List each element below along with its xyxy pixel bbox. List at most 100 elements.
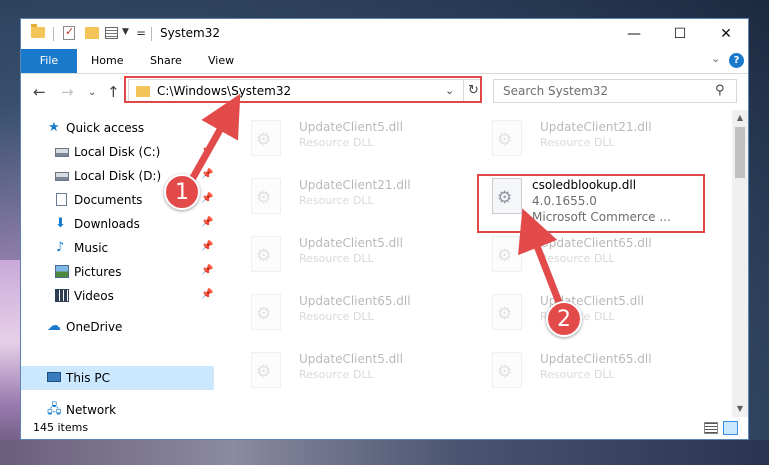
scroll-up-arrow-icon[interactable]: ▲ [732,110,748,126]
new-folder-icon[interactable] [85,27,99,39]
dll-file-icon [251,352,281,388]
sidebar-item-local-disk-c[interactable]: Local Disk (C:) 📌 [21,140,214,164]
pin-icon[interactable]: 📌 [201,217,213,228]
address-dropdown-chevron-icon[interactable]: ⌄ [445,84,454,97]
sidebar-item-pictures[interactable]: Pictures 📌 [21,260,214,284]
sidebar-item-onedrive[interactable]: ☁ OneDrive [21,315,214,339]
sidebar-item-label: Local Disk (C:) [74,145,161,159]
file-name: UpdateClient21.dll [540,120,652,134]
dll-file-icon [251,236,281,272]
file-name: csoledblookup.dll [532,178,637,192]
vertical-scrollbar[interactable]: ▲ ▼ [732,110,748,417]
quick-access-menu-icon[interactable]: = [136,26,146,40]
up-arrow-icon[interactable]: ↑ [107,83,120,101]
properties-check-icon[interactable] [63,25,75,40]
file-explorer-window: ▼ = System32 — ☐ ✕ File Home Share View … [20,18,749,440]
cloud-icon: ☁ [47,318,61,334]
toolbar-separator [151,27,152,41]
videos-icon [55,289,69,302]
sidebar-item-this-pc[interactable]: This PC [21,366,214,390]
quick-access-toolbar-dropdown-icon[interactable]: ▼ [122,27,129,37]
pin-icon[interactable]: 📌 [201,145,213,156]
file-version: 4.0.1655.0 [532,194,597,208]
scrollbar-thumb[interactable] [735,127,745,178]
sidebar-item-downloads[interactable]: ⬇ Downloads 📌 [21,212,214,236]
file-name: UpdateClient65.dll [540,236,652,250]
dll-file-icon [492,236,522,272]
status-bar: 145 items [21,417,748,439]
star-icon: ★ [48,120,60,135]
tiles-view-icon[interactable] [723,421,738,435]
tab-home[interactable]: Home [91,49,123,73]
recent-locations-chevron-icon[interactable]: ⌄ [88,87,96,98]
help-icon[interactable]: ? [729,53,744,68]
file-description: Resource DLL [540,136,615,149]
file-item[interactable]: UpdateClient65.dll Resource DLL [484,346,714,396]
search-input[interactable]: Search System32 [503,84,608,98]
file-description: Resource DLL [540,252,615,265]
ribbon-tabs: File Home Share View ⌄ ? [21,49,748,74]
search-box[interactable]: Search System32 ⚲ [493,79,737,103]
sidebar-item-quick-access[interactable]: ★ Quick access [21,116,214,140]
address-path[interactable]: C:\Windows\System32 [157,84,291,98]
pin-icon[interactable]: 📌 [201,169,213,180]
refresh-icon[interactable]: ↻ [463,80,483,102]
sidebar-item-label: OneDrive [66,320,123,334]
minimize-button[interactable]: — [611,19,657,49]
step-2-badge: 2 [546,301,582,337]
desktop-background-bottom [0,440,769,465]
item-count: 145 items [33,421,89,434]
disk-icon [55,172,69,181]
folder-icon [31,24,45,38]
disk-icon [55,148,69,157]
sidebar-item-videos[interactable]: Videos 📌 [21,284,214,308]
file-description: Resource DLL [299,310,374,323]
forward-arrow-icon[interactable]: → [61,83,74,101]
sidebar-item-music[interactable]: ♪ Music 📌 [21,236,214,260]
file-company: Microsoft Commerce ... [532,210,671,224]
expand-ribbon-chevron-icon[interactable]: ⌄ [711,52,720,65]
file-name: UpdateClient65.dll [540,352,652,366]
window-title: System32 [160,26,221,40]
scroll-down-arrow-icon[interactable]: ▼ [732,401,748,417]
file-item[interactable]: UpdateClient65.dll Resource DLL [484,230,714,280]
file-item-csoledblookup[interactable]: csoledblookup.dll 4.0.1655.0 Microsoft C… [484,172,714,224]
pictures-icon [55,265,69,278]
properties-icon[interactable] [105,27,118,39]
file-item[interactable]: UpdateClient5.dll Resource DLL [243,230,473,280]
file-item[interactable]: UpdateClient21.dll Resource DLL [243,172,473,222]
folder-icon [136,86,150,97]
sidebar-item-label: Videos [74,289,114,303]
dll-file-icon [492,352,522,388]
navigation-pane: ★ Quick access Local Disk (C:) 📌 Local D… [21,110,214,417]
tab-file[interactable]: File [21,49,77,73]
step-1-badge: 1 [164,174,200,210]
address-bar[interactable]: C:\Windows\System32 ⌄ ↻ [128,79,481,103]
file-item[interactable]: UpdateClient5.dll Resource DLL [484,288,714,338]
tab-view[interactable]: View [208,49,234,73]
pin-icon[interactable]: 📌 [201,265,213,276]
sidebar-item-label: Pictures [74,265,122,279]
close-button[interactable]: ✕ [703,19,748,49]
file-name: UpdateClient5.dll [299,236,403,250]
back-arrow-icon[interactable]: ← [33,83,46,101]
tab-share[interactable]: Share [150,49,182,73]
search-icon[interactable]: ⚲ [715,83,725,98]
maximize-button[interactable]: ☐ [657,19,703,49]
computer-icon [47,372,61,382]
file-description: Resource DLL [540,368,615,381]
file-description: Resource DLL [299,194,374,207]
pin-icon[interactable]: 📌 [201,193,213,204]
details-view-icon[interactable] [704,422,718,434]
sidebar-item-label: Music [74,241,109,255]
title-bar: ▼ = System32 — ☐ ✕ [21,19,748,49]
file-item[interactable]: UpdateClient21.dll Resource DLL [484,114,714,164]
dll-file-icon [492,178,522,214]
dll-file-icon [251,178,281,214]
file-item[interactable]: UpdateClient65.dll Resource DLL [243,288,473,338]
pin-icon[interactable]: 📌 [201,241,213,252]
music-icon: ♪ [56,240,65,255]
file-item[interactable]: UpdateClient5.dll Resource DLL [243,114,473,164]
file-item[interactable]: UpdateClient5.dll Resource DLL [243,346,473,396]
pin-icon[interactable]: 📌 [201,289,213,300]
